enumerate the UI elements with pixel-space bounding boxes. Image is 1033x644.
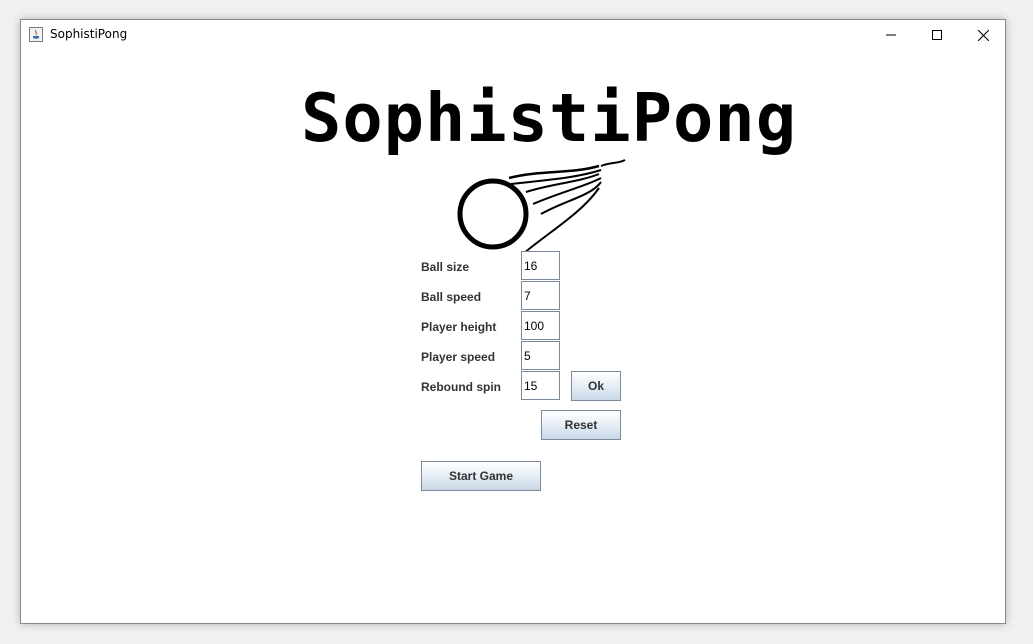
close-icon	[977, 29, 989, 41]
close-button[interactable]	[960, 20, 1006, 50]
title-bar[interactable]: SophistiPong	[21, 20, 1005, 50]
rebound-spin-label: Rebound spin	[421, 380, 501, 394]
ball-speed-label: Ball speed	[421, 290, 482, 304]
flaming-ball-icon	[457, 159, 626, 255]
ball-speed-field[interactable]	[521, 281, 560, 310]
maximize-button[interactable]	[914, 20, 960, 50]
ball-size-label: Ball size	[421, 260, 470, 274]
player-height-field[interactable]	[521, 311, 560, 340]
java-app-icon	[29, 27, 43, 42]
app-window: SophistiPong SophistiPong Ball size 16 B…	[20, 19, 1006, 624]
reset-button[interactable]: Reset	[541, 410, 621, 440]
ball-size-field[interactable]	[521, 251, 560, 280]
player-speed-label: Player speed	[421, 350, 496, 364]
player-speed-field[interactable]	[521, 341, 560, 370]
ok-button[interactable]: Ok	[571, 371, 621, 401]
minimize-button[interactable]	[868, 20, 914, 50]
maximize-icon	[932, 30, 942, 40]
player-height-label: Player height	[421, 320, 497, 334]
logo-title: SophistiPong	[301, 79, 798, 157]
rebound-spin-field[interactable]	[521, 371, 560, 400]
window-title: SophistiPong	[50, 27, 128, 41]
main-panel: SophistiPong Ball size Ball speed Player…	[21, 50, 1005, 623]
start-game-button[interactable]: Start Game	[421, 461, 541, 491]
minimize-icon	[886, 34, 896, 36]
